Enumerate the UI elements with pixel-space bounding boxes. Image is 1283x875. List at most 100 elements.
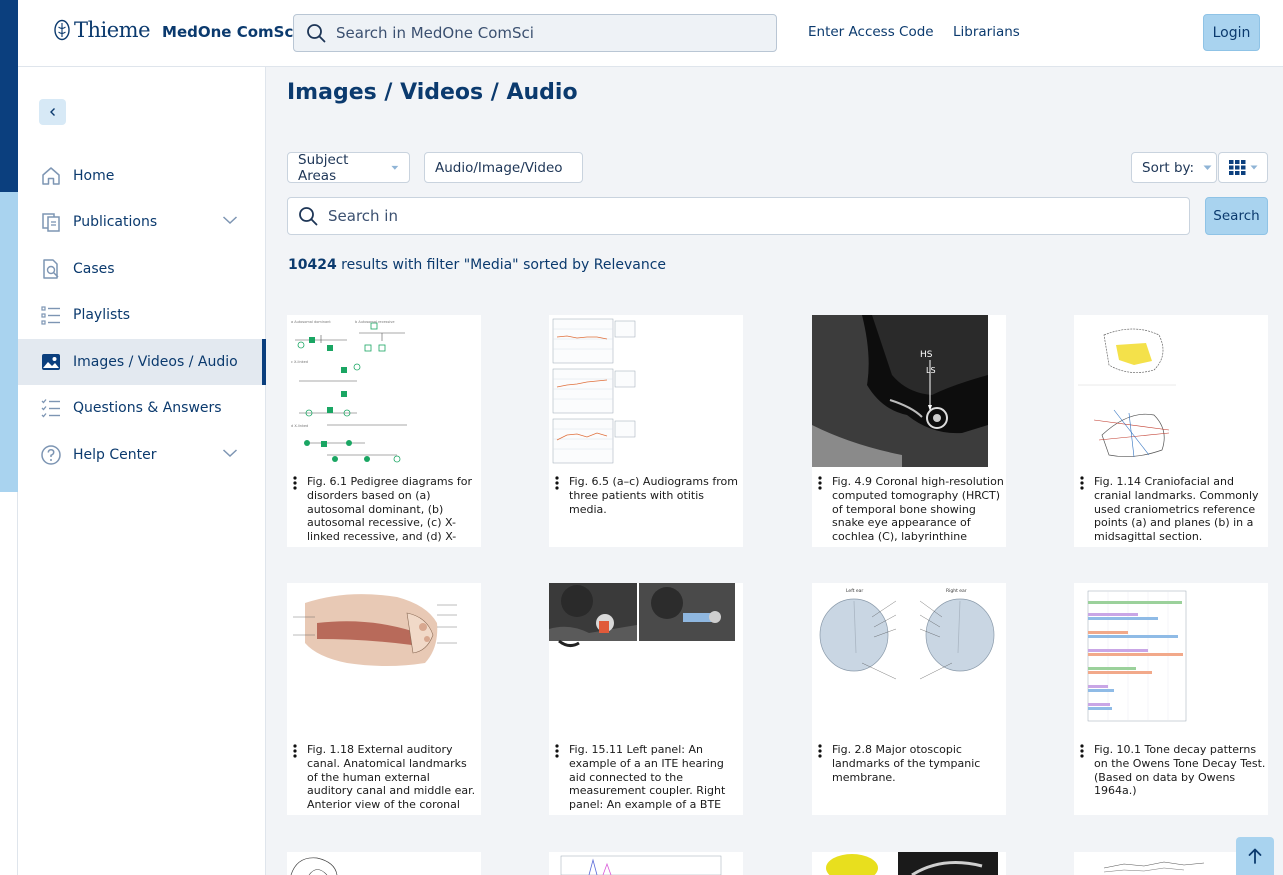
caret-down-icon <box>1203 165 1212 170</box>
svg-text:c X-linked: c X-linked <box>291 360 308 364</box>
checklist-icon <box>41 399 60 418</box>
media-thumbnail[interactable] <box>1074 583 1268 735</box>
thumb-label-left-ear: Left ear <box>846 588 863 594</box>
image-icon <box>42 354 60 370</box>
subject-areas-filter[interactable]: Subject Areas <box>287 151 410 184</box>
sidebar-item-questions-answers[interactable]: Questions & Answers <box>18 385 266 431</box>
search-icon <box>299 207 318 226</box>
media-thumbnail[interactable] <box>549 315 743 467</box>
media-thumbnail[interactable]: HS LS <box>812 315 1006 467</box>
more-options-icon[interactable] <box>555 475 559 490</box>
media-type-filter[interactable]: Audio/Image/Video <box>424 152 583 183</box>
search-icon <box>307 24 326 43</box>
edge-stripe-dark <box>0 0 18 192</box>
sidebar-item-label: Images / Videos / Audio <box>73 354 238 370</box>
media-thumbnail[interactable] <box>812 852 1006 875</box>
media-thumbnail[interactable] <box>549 583 743 735</box>
publications-icon <box>42 213 60 232</box>
media-caption: Fig. 1.18 External auditory canal. Anato… <box>307 743 476 813</box>
sidebar-item-publications[interactable]: Publications <box>18 199 266 245</box>
filter-label: Subject Areas <box>298 151 349 184</box>
sidebar-item-label: Publications <box>73 214 158 230</box>
more-options-icon[interactable] <box>555 743 559 758</box>
global-search-input[interactable]: Search in MedOne ComSci <box>293 14 777 52</box>
svg-text:a Autosomal dominant: a Autosomal dominant <box>291 320 331 324</box>
media-card[interactable]: Left ear Right ear Fig. 2.8 Major otosco… <box>812 583 1006 815</box>
media-thumbnail[interactable]: Left ear Right ear <box>812 583 1006 735</box>
top-header: Thieme MedOne ComSci Search in MedOne Co… <box>18 0 1283 67</box>
media-caption: Fig. 4.9 Coronal high-resolution compute… <box>832 475 1004 545</box>
results-count: 10424 <box>288 257 337 273</box>
ct-label-ls: LS <box>926 366 936 375</box>
help-icon <box>41 445 61 465</box>
scroll-to-top-button[interactable] <box>1236 837 1274 875</box>
media-thumbnail[interactable] <box>1074 315 1268 467</box>
thumb-label-right-ear: Right ear <box>946 588 967 594</box>
login-button[interactable]: Login <box>1203 14 1260 51</box>
media-card[interactable]: Fig. 10.1 Tone decay patterns on the Owe… <box>1074 583 1268 815</box>
more-options-icon[interactable] <box>818 743 822 758</box>
filter-label: Audio/Image/Video <box>435 159 563 176</box>
arrow-up-icon <box>1248 848 1262 864</box>
media-card[interactable]: Fig. 6.5 (a–c) Audiograms from three pat… <box>549 315 743 547</box>
results-summary: 10424 results with filter "Media" sorted… <box>288 257 666 273</box>
thieme-seal-icon <box>54 19 70 41</box>
sidebar-item-playlists[interactable]: Playlists <box>18 292 266 338</box>
grid-view-toggle[interactable] <box>1218 152 1268 183</box>
caret-down-icon <box>391 165 399 170</box>
logo-product: MedOne ComSci <box>162 23 299 41</box>
media-card[interactable] <box>549 852 743 875</box>
home-icon <box>42 167 60 185</box>
playlist-icon <box>41 306 60 325</box>
librarians-link[interactable]: Librarians <box>953 24 1020 40</box>
media-thumbnail[interactable] <box>549 852 743 875</box>
media-thumbnail[interactable] <box>287 583 481 735</box>
media-caption: Fig. 1.14 Craniofacial and cranial landm… <box>1094 475 1259 544</box>
media-search-input[interactable]: Search in <box>287 197 1190 235</box>
media-card[interactable] <box>812 852 1006 875</box>
chevron-down-icon[interactable] <box>222 448 238 458</box>
sidebar-item-label: Home <box>73 168 115 184</box>
media-card[interactable]: HS LS Fig. 4.9 Coronal high-resolution c… <box>812 315 1006 547</box>
media-card[interactable]: a Autosomal dominant b Autosomal recessiv… <box>287 315 481 547</box>
media-card[interactable]: Fig. 1.14 Craniofacial and cranial landm… <box>1074 315 1268 547</box>
media-caption: Fig. 6.1 Pedigree diagrams for disorders… <box>307 475 472 545</box>
sidebar-item-label: Playlists <box>73 307 131 323</box>
ct-label-hs: HS <box>920 350 933 360</box>
media-caption: Fig. 10.1 Tone decay patterns on the Owe… <box>1094 743 1266 798</box>
more-options-icon[interactable] <box>293 475 297 490</box>
chevron-left-icon <box>49 108 55 116</box>
sort-label: Sort by: <box>1142 159 1195 176</box>
caret-down-icon <box>1250 165 1257 170</box>
media-caption: Fig. 6.5 (a–c) Audiograms from three pat… <box>569 475 738 516</box>
page-title: Images / Videos / Audio <box>287 80 578 105</box>
media-thumbnail[interactable]: a Autosomal dominant b Autosomal recessiv… <box>287 315 481 467</box>
more-options-icon[interactable] <box>1080 475 1084 490</box>
chevron-down-icon[interactable] <box>222 215 238 225</box>
sort-by-dropdown[interactable]: Sort by: <box>1131 152 1217 183</box>
collapse-sidebar-button[interactable] <box>39 99 66 125</box>
sidebar-item-cases[interactable]: Cases <box>18 246 266 292</box>
more-options-icon[interactable] <box>1080 743 1084 758</box>
sidebar-item-images-videos-audio[interactable]: Images / Videos / Audio <box>18 339 266 385</box>
media-thumbnail[interactable] <box>287 852 481 875</box>
sidebar: Home Publications Cases Playlists Images… <box>18 67 266 875</box>
svg-text:b Autosomal recessive: b Autosomal recessive <box>355 320 395 324</box>
sidebar-item-label: Help Center <box>73 447 157 463</box>
edge-stripe-light <box>0 192 18 492</box>
edge-stripe <box>0 0 18 875</box>
media-card[interactable] <box>287 852 481 875</box>
media-card[interactable]: Fig. 15.11 Left panel: An example of a a… <box>549 583 743 815</box>
sidebar-item-help-center[interactable]: Help Center <box>18 432 266 478</box>
more-options-icon[interactable] <box>293 743 297 758</box>
sidebar-item-label: Questions & Answers <box>73 400 222 416</box>
search-button[interactable]: Search <box>1205 197 1268 235</box>
more-options-icon[interactable] <box>818 475 822 490</box>
media-caption: Fig. 2.8 Major otoscopic landmarks of th… <box>832 743 981 784</box>
results-text: results with filter "Media" sorted by Re… <box>336 257 667 273</box>
sidebar-item-home[interactable]: Home <box>18 153 266 199</box>
media-card[interactable]: Fig. 1.18 External auditory canal. Anato… <box>287 583 481 815</box>
thieme-logo[interactable]: Thieme MedOne ComSci <box>54 18 298 42</box>
enter-access-code-link[interactable]: Enter Access Code <box>808 24 934 40</box>
grid-icon <box>1228 160 1245 175</box>
